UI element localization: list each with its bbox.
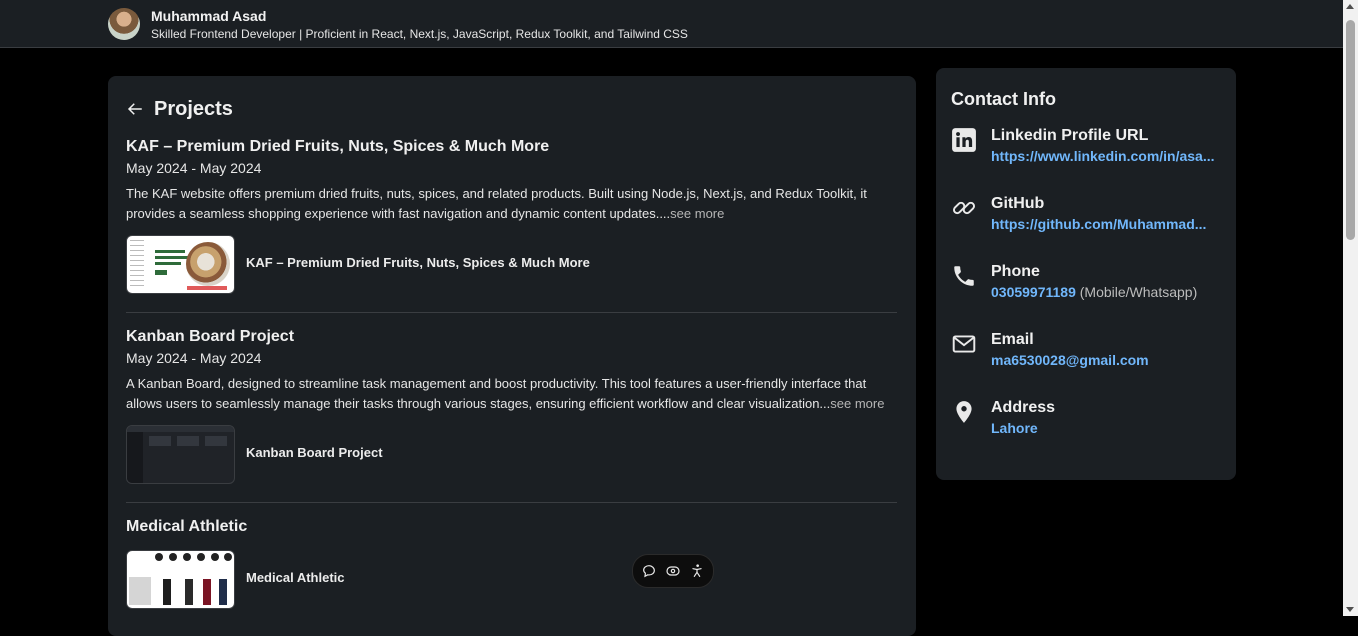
divider [126,502,897,503]
project-thumbnail[interactable] [126,425,235,484]
phone-value: 03059971189 (Mobile/Whatsapp) [991,284,1197,300]
contact-item-address: Address Lahore [951,399,1231,449]
contact-label: GitHub [991,195,1045,212]
accessibility-icon[interactable] [689,563,705,579]
floating-toolbar [632,554,714,588]
see-more-button[interactable]: see more [670,206,724,221]
project-description-text: The KAF website offers premium dried fru… [126,186,867,221]
profile-name[interactable]: Muhammad Asad [151,8,266,24]
project-media-label[interactable]: Medical Athletic [246,570,344,585]
contact-item-email: Email ma6530028@gmail.com [951,331,1231,381]
link-icon [952,201,976,215]
phone-icon [954,266,974,286]
linkedin-url-link[interactable]: https://www.linkedin.com/in/asa... [991,148,1215,164]
location-pin-icon [956,401,972,423]
linkedin-icon [952,128,976,152]
project-date: May 2024 - May 2024 [126,160,262,176]
profile-avatar[interactable] [108,8,140,40]
project-title: Kanban Board Project [126,328,295,345]
divider [126,312,897,313]
project-date: May 2024 - May 2024 [126,350,262,366]
profile-headline: Skilled Frontend Developer | Proficient … [151,27,688,41]
contact-item-linkedin: Linkedin Profile URL https://www.linkedi… [951,127,1231,177]
scrollbar-thumb[interactable] [1346,20,1355,240]
address-link[interactable]: Lahore [991,420,1038,436]
chat-bubble-icon[interactable] [641,563,657,579]
project-thumbnail[interactable] [126,235,235,294]
email-link[interactable]: ma6530028@gmail.com [991,352,1149,368]
project-thumbnail[interactable] [126,550,235,609]
phone-note: (Mobile/Whatsapp) [1075,284,1198,300]
contact-label: Address [991,399,1056,416]
contact-label: Phone [991,263,1040,280]
phone-link[interactable]: 03059971189 [991,284,1076,300]
top-header-bar: Muhammad Asad Skilled Frontend Developer… [0,0,1343,48]
project-item: Kanban Board Project May 2024 - May 2024… [126,328,897,484]
project-media-label[interactable]: KAF – Premium Dried Fruits, Nuts, Spices… [246,255,590,270]
back-arrow-icon[interactable] [126,100,144,118]
project-title: KAF – Premium Dried Fruits, Nuts, Spices… [126,138,550,155]
contact-label: Linkedin Profile URL [991,127,1149,144]
projects-card: Projects KAF – Premium Dried Fruits, Nut… [108,76,916,636]
contact-info-card: Contact Info Linkedin Profile URL https:… [936,68,1236,480]
project-media-label[interactable]: Kanban Board Project [246,445,383,460]
project-item: Medical Athletic Medical Athletic [126,518,897,609]
project-description: A Kanban Board, designed to streamline t… [126,374,897,414]
contact-info-title: Contact Info [951,89,1056,109]
project-title: Medical Athletic [126,518,248,535]
project-media-link[interactable]: Kanban Board Project [126,425,897,484]
github-url-link[interactable]: https://github.com/Muhammad... [991,216,1206,232]
contact-label: Email [991,331,1034,348]
scroll-up-arrow-icon[interactable] [1346,4,1354,9]
email-icon [952,335,976,353]
page-title: Projects [154,98,233,120]
contact-item-github: GitHub https://github.com/Muhammad... [951,195,1231,245]
eye-icon[interactable] [665,563,681,579]
project-description-text: A Kanban Board, designed to streamline t… [126,376,867,411]
contact-item-phone: Phone 03059971189 (Mobile/Whatsapp) [951,263,1231,313]
project-item: KAF – Premium Dried Fruits, Nuts, Spices… [126,138,897,294]
project-media-link[interactable]: Medical Athletic [126,550,897,609]
project-description: The KAF website offers premium dried fru… [126,184,897,224]
vertical-scrollbar[interactable] [1343,0,1358,616]
scroll-down-arrow-icon[interactable] [1346,607,1354,612]
see-more-button[interactable]: see more [830,396,884,411]
project-media-link[interactable]: KAF – Premium Dried Fruits, Nuts, Spices… [126,235,897,294]
